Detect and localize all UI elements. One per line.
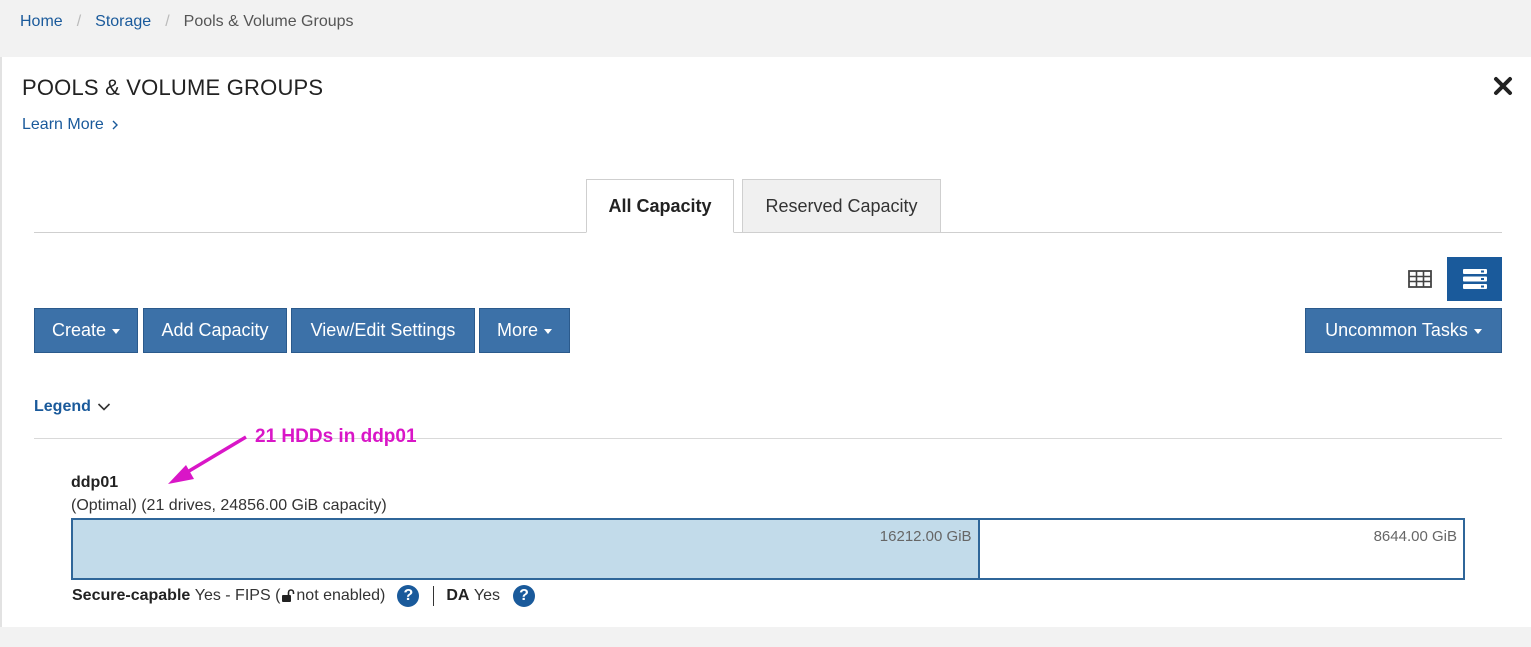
capacity-used-segment[interactable]: 16212.00 GiB — [73, 520, 980, 578]
pool-status: (Optimal) (21 drives, 24856.00 GiB capac… — [71, 497, 387, 514]
view-edit-settings-button[interactable]: View/Edit Settings — [291, 308, 475, 353]
table-view-button[interactable] — [1392, 257, 1447, 301]
caret-down-icon — [1473, 329, 1482, 334]
property-divider — [433, 586, 435, 606]
main-panel: POOLS & VOLUME GROUPS Learn More All Cap… — [0, 57, 1531, 627]
capacity-free-segment[interactable]: 8644.00 GiB — [980, 520, 1463, 578]
tab-reserved-capacity[interactable]: Reserved Capacity — [742, 179, 941, 233]
breadcrumb-home[interactable]: Home — [20, 13, 63, 31]
da-label: DA — [446, 587, 470, 604]
capacity-bar[interactable]: 16212.00 GiB 8644.00 GiB — [71, 518, 1465, 580]
breadcrumb: Home / Storage / Pools & Volume Groups — [20, 12, 354, 32]
secure-help-icon[interactable]: ? — [397, 585, 420, 607]
learn-more-label: Learn More — [22, 116, 104, 133]
chevron-right-icon — [112, 120, 119, 130]
learn-more-link[interactable]: Learn More — [22, 116, 119, 134]
annotation-text: 21 HDDs in ddp01 — [255, 426, 417, 447]
uncommon-tasks-label: Uncommon Tasks — [1325, 320, 1468, 340]
da-value: Yes — [473, 587, 501, 604]
legend-toggle[interactable]: Legend — [34, 398, 111, 416]
pool-properties: Secure-capable Yes - FIPS ( not enabled)… — [72, 583, 536, 609]
list-view-button[interactable] — [1447, 257, 1502, 301]
caret-down-icon — [544, 329, 552, 334]
pool-name: ddp01 — [71, 474, 119, 491]
breadcrumb-separator: / — [76, 13, 82, 30]
legend-label: Legend — [34, 398, 91, 415]
create-button[interactable]: Create — [34, 308, 138, 353]
used-capacity-label: 16212.00 GiB — [879, 528, 972, 545]
chevron-down-icon — [97, 403, 110, 411]
caret-down-icon — [112, 329, 121, 334]
create-label: Create — [51, 320, 107, 340]
close-button[interactable] — [1492, 75, 1514, 97]
breadcrumb-separator: / — [165, 13, 170, 30]
more-button[interactable]: More — [479, 308, 570, 353]
secure-capable-value-pre: Yes - FIPS ( — [194, 587, 281, 604]
secure-capable-label: Secure-capable — [72, 587, 191, 604]
free-capacity-label: 8644.00 GiB — [1373, 528, 1457, 545]
add-capacity-button[interactable]: Add Capacity — [143, 308, 287, 353]
table-view-icon — [1407, 270, 1432, 288]
close-icon — [1494, 77, 1512, 95]
list-view-icon — [1462, 269, 1487, 289]
breadcrumb-current: Pools & Volume Groups — [183, 13, 354, 30]
secure-capable-value-post: not enabled) — [296, 587, 386, 604]
more-label: More — [496, 320, 538, 340]
breadcrumb-storage[interactable]: Storage — [95, 13, 151, 31]
page-title: POOLS & VOLUME GROUPS — [22, 75, 324, 100]
uncommon-tasks-button[interactable]: Uncommon Tasks — [1305, 308, 1502, 353]
unlock-icon — [282, 589, 295, 602]
annotation-arrow-icon — [168, 435, 247, 484]
da-help-icon[interactable]: ? — [513, 585, 536, 607]
tab-all-capacity[interactable]: All Capacity — [586, 179, 734, 233]
